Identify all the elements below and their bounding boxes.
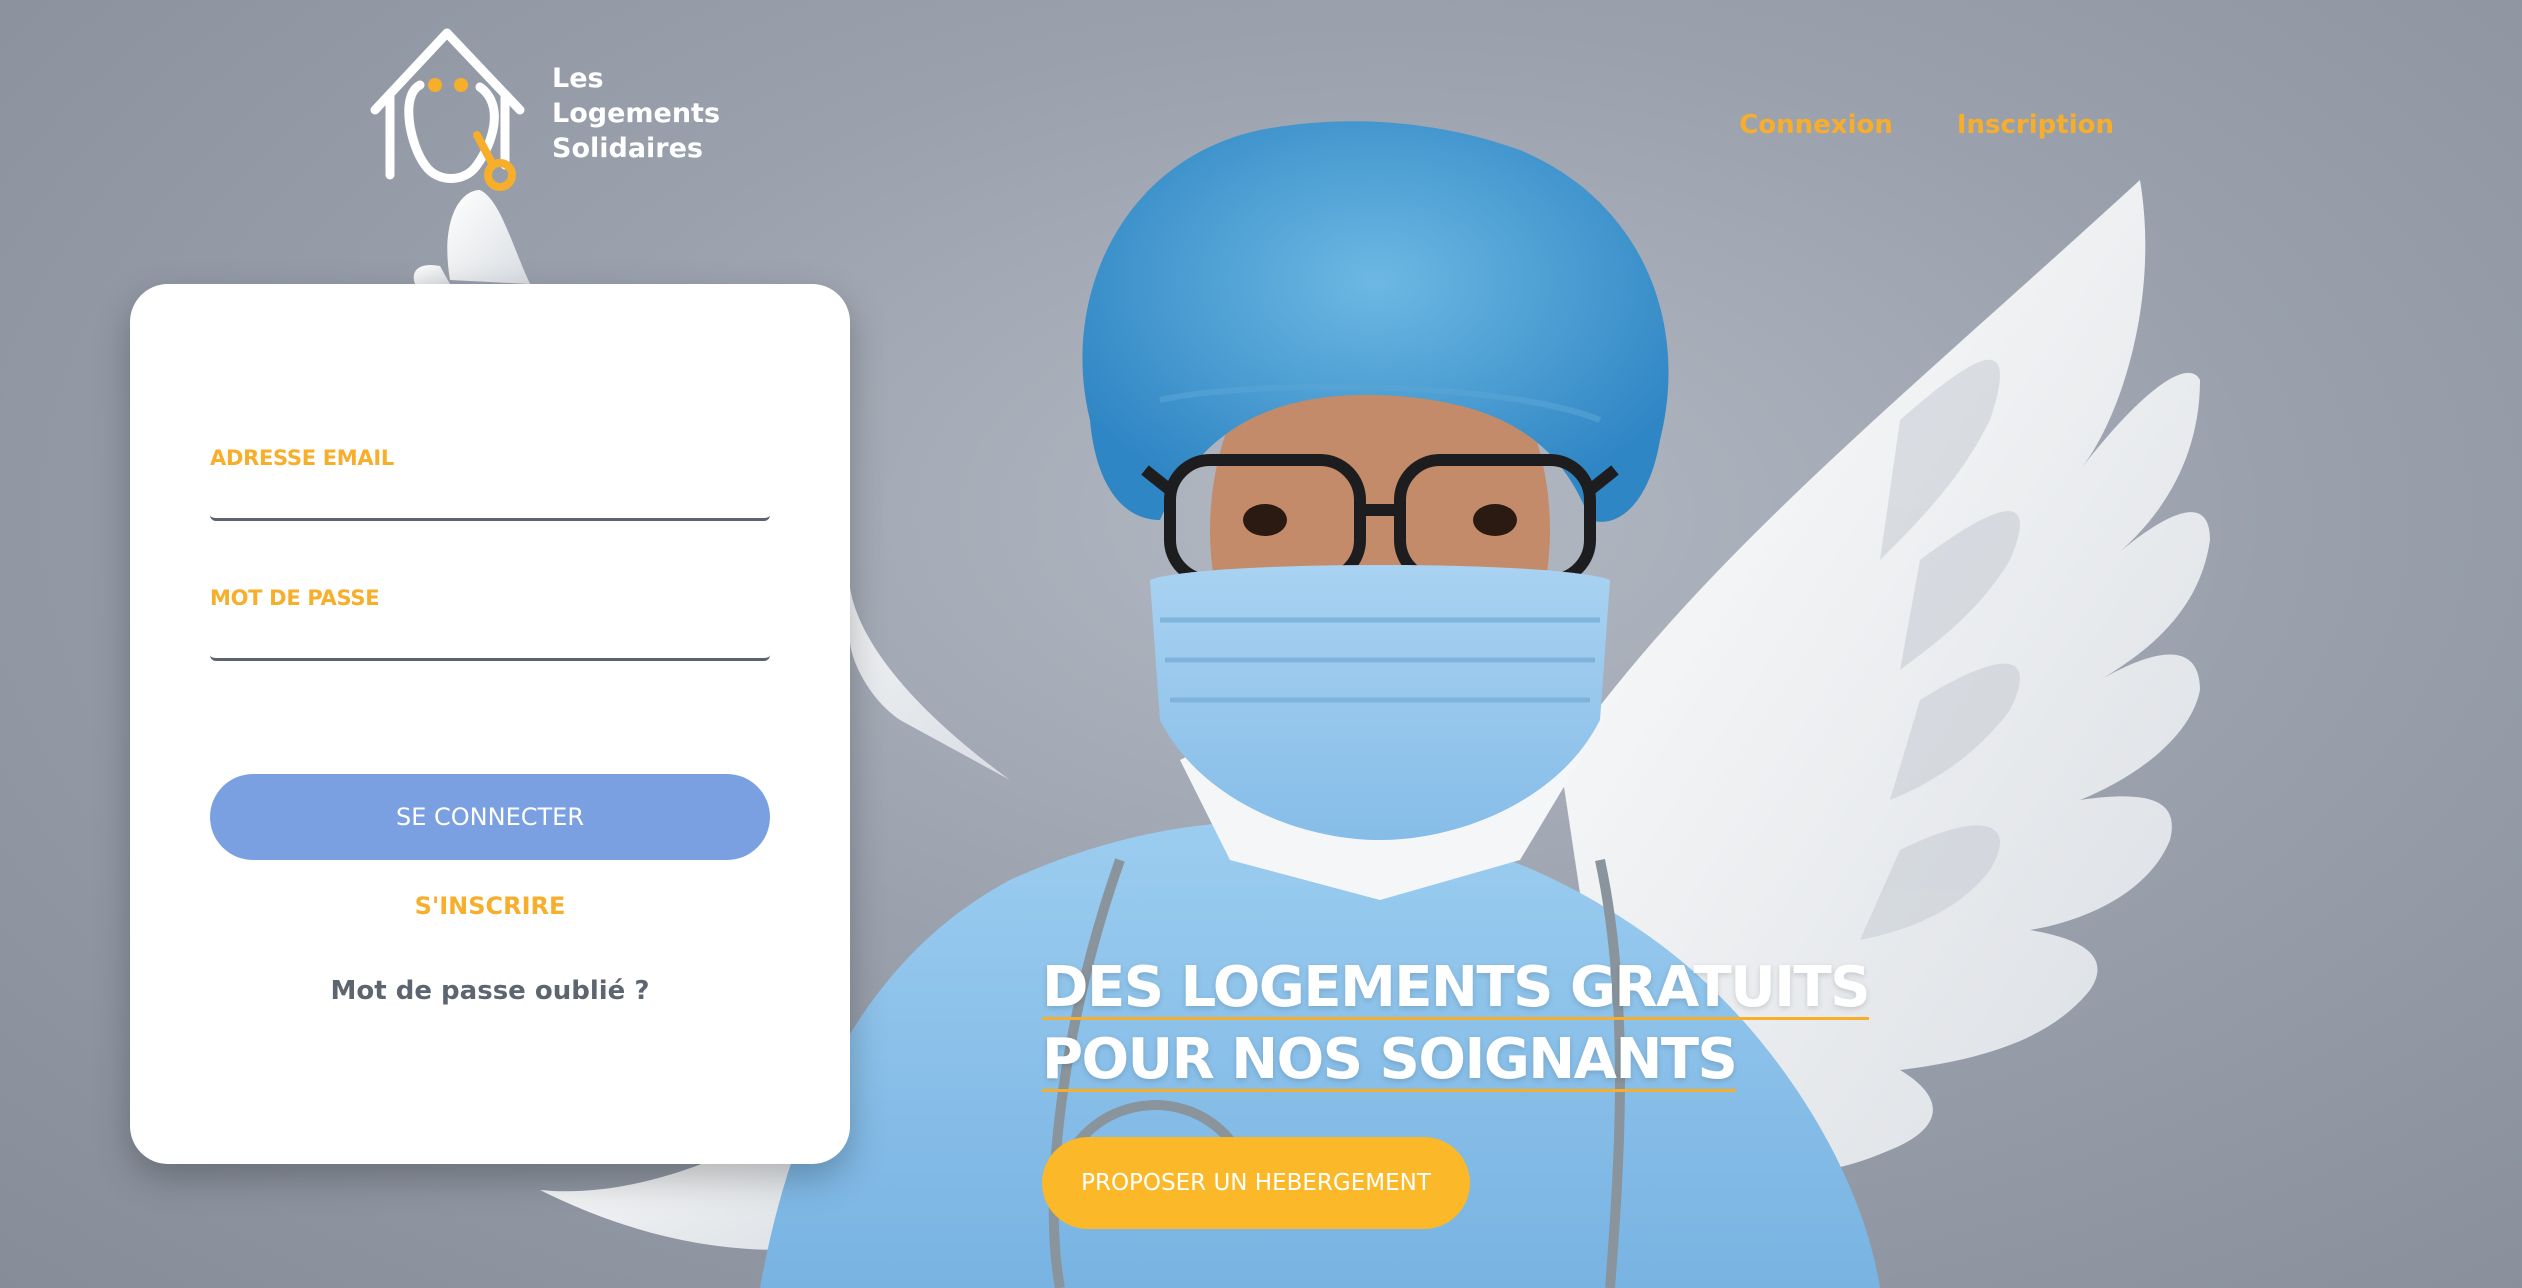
email-label: ADRESSE EMAIL: [210, 446, 394, 470]
password-label: MOT DE PASSE: [210, 586, 380, 610]
brand-logo[interactable]: Les Logements Solidaires: [365, 25, 720, 195]
login-button[interactable]: SE CONNECTER: [210, 774, 770, 860]
brand-name: Les Logements Solidaires: [552, 61, 720, 166]
forgot-password-link[interactable]: Mot de passe oublié ?: [130, 976, 850, 1006]
hero-title-line-2-text: POUR NOS SOIGNANTS: [1042, 1027, 1738, 1092]
login-card: ADRESSE EMAIL MOT DE PASSE SE CONNECTER …: [130, 284, 850, 1164]
hero-title-line-2: POUR NOS SOIGNANTS: [1042, 1024, 1869, 1096]
brand-line-2: Logements: [552, 98, 721, 129]
hero-title: DES LOGEMENTS GRATUITS POUR NOS SOIGNANT…: [1042, 952, 1871, 1096]
password-field[interactable]: [210, 614, 770, 661]
email-field[interactable]: [210, 474, 770, 521]
propose-housing-button[interactable]: PROPOSER UN HEBERGEMENT: [1042, 1137, 1470, 1229]
brand-line-1: Les: [552, 63, 604, 94]
hero-title-line-1-text: DES LOGEMENTS GRATUITS: [1042, 955, 1871, 1020]
hero-title-line-1: DES LOGEMENTS GRATUITS: [1042, 952, 1871, 1024]
house-stethoscope-icon: [370, 28, 525, 191]
nav-signup-link[interactable]: Inscription: [1957, 110, 2114, 140]
nav-login-link[interactable]: Connexion: [1739, 110, 1893, 140]
brand-line-3: Solidaires: [552, 133, 704, 164]
register-link[interactable]: S'INSCRIRE: [130, 892, 850, 920]
top-nav: Connexion Inscription: [1739, 110, 2114, 140]
page: Les Logements Solidaires Connexion Inscr…: [0, 0, 2522, 1288]
